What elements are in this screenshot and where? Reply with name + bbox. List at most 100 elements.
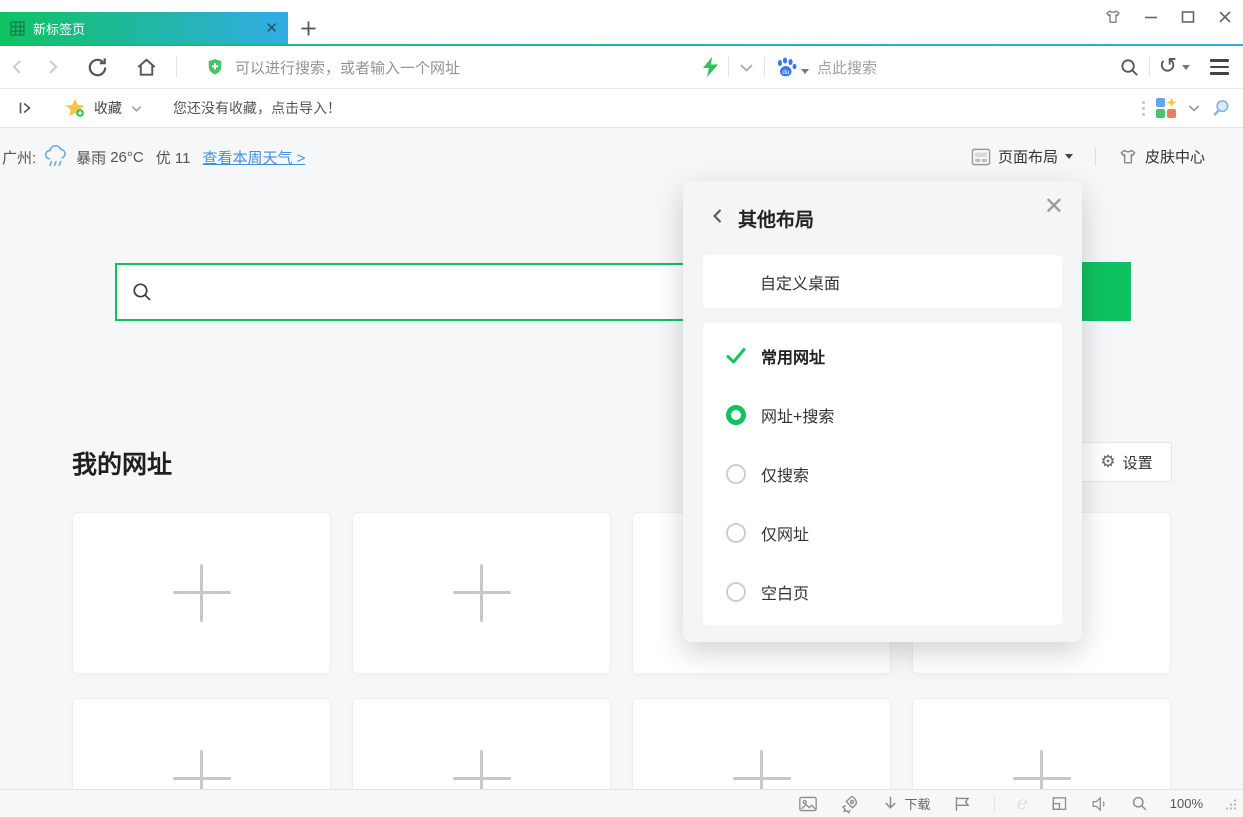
back-button[interactable] xyxy=(8,57,28,77)
weather-condition: 暴雨 xyxy=(76,147,106,168)
sidebar-toggle-icon[interactable] xyxy=(16,99,34,117)
add-site-tile[interactable] xyxy=(72,698,331,790)
rocket-icon[interactable] xyxy=(840,794,860,814)
layout-option-search-only[interactable]: 仅搜索 xyxy=(703,445,1062,504)
tab-grid-icon xyxy=(10,21,25,36)
page-layout-button[interactable]: 页面布局 xyxy=(971,146,1073,167)
find-skin-magnifier-icon[interactable] xyxy=(1210,98,1231,119)
theme-shirt-icon[interactable] xyxy=(1104,8,1122,26)
popup-close-icon[interactable]: ✕ xyxy=(1044,195,1064,219)
other-layouts-popup: 其他布局 ✕ 自定义桌面 常用网址 网址+搜索 仅搜索 xyxy=(683,181,1082,642)
drag-dots-icon xyxy=(1142,101,1145,116)
layout-option-common-sites[interactable]: 常用网址 xyxy=(703,327,1062,386)
download-button[interactable]: 下载 xyxy=(882,794,930,813)
rain-cloud-icon xyxy=(43,145,69,169)
favorites-star-icon xyxy=(64,97,86,119)
add-site-tile[interactable] xyxy=(352,512,611,674)
plus-icon xyxy=(1013,750,1071,790)
forward-button[interactable] xyxy=(42,57,62,77)
radio-selected-icon xyxy=(725,404,747,426)
skin-shirt-icon xyxy=(1118,147,1138,167)
new-tab-button[interactable] xyxy=(296,16,320,40)
add-site-tile[interactable] xyxy=(352,698,611,790)
popup-title: 其他布局 xyxy=(738,205,814,232)
search-engine-hint[interactable]: 点此搜索 xyxy=(817,57,877,78)
zoom-level[interactable]: 100% xyxy=(1170,796,1203,811)
maximize-button[interactable] xyxy=(1180,9,1196,25)
my-sites-title: 我的网址 xyxy=(72,445,172,481)
statusbar-separator xyxy=(994,796,995,812)
undo-caret-icon[interactable] xyxy=(1182,65,1190,70)
weather-temperature: 26°C xyxy=(110,149,144,166)
address-bar[interactable]: 可以进行搜索，或者输入一个网址 xyxy=(205,46,460,88)
home-button[interactable] xyxy=(135,56,158,79)
radio-icon xyxy=(725,522,747,544)
layout-option-sites-plus-search[interactable]: 网址+搜索 xyxy=(703,386,1062,445)
resize-grip[interactable] xyxy=(1225,798,1237,810)
plus-icon xyxy=(173,750,231,790)
search-engine-baidu-icon[interactable]: du xyxy=(774,56,798,78)
apps-grid-icon[interactable] xyxy=(1154,96,1178,120)
check-icon xyxy=(725,345,747,367)
download-arrow-icon xyxy=(882,795,899,812)
favorites-label[interactable]: 收藏 xyxy=(94,98,122,118)
address-placeholder: 可以进行搜索，或者输入一个网址 xyxy=(235,57,460,78)
radio-icon xyxy=(725,463,747,485)
window-controls xyxy=(1104,8,1233,26)
screenshot-image-icon[interactable] xyxy=(798,795,818,813)
layout-option-sites-only[interactable]: 仅网址 xyxy=(703,504,1062,563)
custom-desktop-item[interactable]: 自定义桌面 xyxy=(703,255,1062,308)
chevron-down-icon[interactable] xyxy=(738,59,755,76)
plus-icon xyxy=(173,564,231,622)
page-layout-caret-icon xyxy=(1065,154,1073,159)
lightning-icon[interactable] xyxy=(702,57,719,77)
refresh-button[interactable] xyxy=(86,56,109,79)
add-site-tile[interactable] xyxy=(72,512,331,674)
speaker-icon[interactable] xyxy=(1090,795,1109,813)
menu-button[interactable] xyxy=(1210,59,1229,74)
svg-text:du: du xyxy=(782,69,790,76)
search-box-magnifier-icon xyxy=(131,281,153,303)
tab-close-icon[interactable]: ✕ xyxy=(265,21,278,36)
apps-chevron-icon[interactable] xyxy=(1187,101,1201,115)
tab-new-tab-page[interactable]: 新标签页 ✕ xyxy=(0,12,288,44)
settings-label: 设置 xyxy=(1123,452,1153,473)
page-search-icon[interactable] xyxy=(1119,57,1140,78)
bookmarks-empty-hint[interactable]: 您还没有收藏，点击导入！ xyxy=(173,98,341,118)
minimize-button[interactable] xyxy=(1143,9,1159,25)
zoom-magnifier-icon[interactable] xyxy=(1131,795,1148,812)
plus-icon xyxy=(733,750,791,790)
close-button[interactable] xyxy=(1217,9,1233,25)
layout-options-list: 常用网址 网址+搜索 仅搜索 仅网址 空白页 xyxy=(703,323,1062,625)
toolbar-separator xyxy=(176,56,177,78)
gear-icon: ⚙ xyxy=(1100,454,1115,471)
weather-forecast-link[interactable]: 查看本周天气 > xyxy=(202,147,305,168)
download-label: 下载 xyxy=(904,794,930,813)
security-shield-icon[interactable] xyxy=(205,57,225,77)
tab-strip: 新标签页 ✕ xyxy=(0,0,1243,44)
undo-button[interactable]: ↺ xyxy=(1159,56,1177,78)
radio-icon xyxy=(725,581,747,603)
layout-option-blank-page[interactable]: 空白页 xyxy=(703,563,1062,622)
layout-icon xyxy=(971,148,991,166)
engine-caret-icon[interactable] xyxy=(801,69,809,74)
ie-compat-icon[interactable]: e xyxy=(1017,794,1028,813)
page-layout-label: 页面布局 xyxy=(998,146,1058,167)
settings-button[interactable]: ⚙ 设置 xyxy=(1081,442,1172,482)
new-tab-page: 广州: 暴雨 26°C 优 11 查看本周天气 > 页面布局 xyxy=(0,128,1243,790)
add-site-tile[interactable] xyxy=(912,698,1171,790)
flag-icon[interactable] xyxy=(953,795,972,813)
favorites-chevron-icon[interactable] xyxy=(130,102,143,115)
status-bar: 下载 e 100% xyxy=(0,789,1243,817)
plus-icon xyxy=(453,564,511,622)
window-split-icon[interactable] xyxy=(1050,795,1068,813)
weather-air-quality: 优 11 xyxy=(156,147,191,168)
browser-window: 新标签页 ✕ xyxy=(0,0,1243,817)
custom-desktop-label: 自定义桌面 xyxy=(760,270,840,294)
toolbar: 可以进行搜索，或者输入一个网址 du 点此搜索 ↺ xyxy=(0,46,1243,89)
skin-center-button[interactable]: 皮肤中心 xyxy=(1118,146,1205,167)
add-site-tile[interactable] xyxy=(632,698,891,790)
weather-widget: 广州: 暴雨 26°C 优 11 查看本周天气 > xyxy=(2,145,312,169)
popup-back-icon[interactable] xyxy=(709,207,727,225)
weather-city: 广州: xyxy=(2,147,36,168)
